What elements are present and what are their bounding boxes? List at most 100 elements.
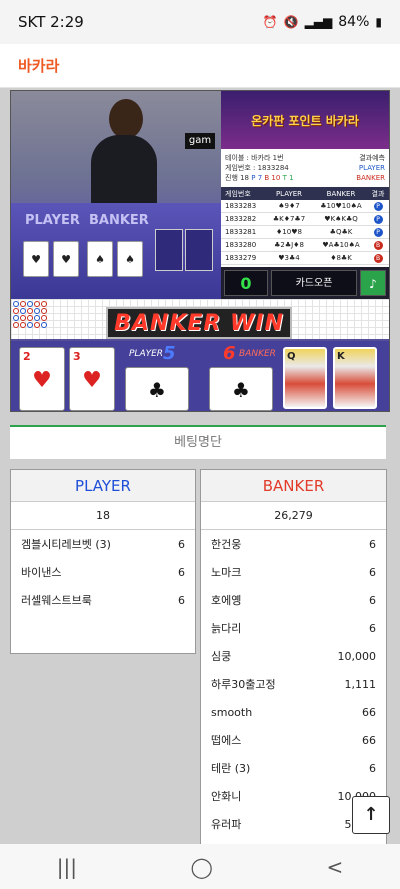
dealer-body <box>91 135 157 213</box>
recent-apps-button[interactable]: ||| <box>57 855 77 879</box>
home-button[interactable]: ◯ <box>191 855 213 879</box>
bettor-name: 늙다리 <box>211 622 242 635</box>
page-title: 바카라 <box>18 57 60 75</box>
history-row: 1833282 ♣K♦7♣7 ♥K♠K♣Q P <box>221 213 389 226</box>
progress-player: P 7 <box>251 174 263 182</box>
bet-amount: 1,111 <box>344 677 377 691</box>
table-label: 테이블 : 바카라 1번 <box>225 154 284 162</box>
logo-text: 온카판 포인트 바카라 <box>251 113 359 128</box>
card-open-button[interactable]: 카드오픈 <box>271 270 357 296</box>
back-button[interactable]: < <box>326 855 343 879</box>
history-round: 1833283 <box>225 202 257 210</box>
list-item: 떱에스 66 <box>201 726 386 754</box>
history-round: 1833281 <box>225 228 257 236</box>
scroll-top-button[interactable]: ↑ <box>352 796 390 834</box>
result-badge: P <box>373 214 383 224</box>
app-bar: 바카라 <box>0 44 400 88</box>
history-round: 1833279 <box>225 254 257 262</box>
result-player-label: PLAYER <box>129 349 164 359</box>
game-area: gam PLAYER BANKER ♥ ♥ ♠ ♠ 온카판 포인트 바카라 테이… <box>10 90 390 412</box>
banker-card-2: K <box>333 347 377 409</box>
history-player-cards: ♣K♦7♣7 <box>272 215 306 223</box>
card-suit: ♥ <box>32 368 52 393</box>
signal-icon: ▂▄▆ <box>304 15 333 29</box>
bet-amount: 66 <box>362 733 376 747</box>
predict-player[interactable]: PLAYER <box>359 164 385 172</box>
history-row: 1833283 ♠9♦7 ♣10♥10♠A P <box>221 200 389 213</box>
bettor-name: 유러파 <box>211 818 242 831</box>
list-item: smooth 66 <box>201 698 386 726</box>
bet-amount: 6 <box>369 593 376 607</box>
history-banker-cards: ♣Q♣K <box>329 228 353 236</box>
bettor-name: 테란 (3) <box>211 762 251 775</box>
bettor-name: 러셀웨스트브룩 <box>21 594 92 607</box>
video-card: ♠ <box>117 241 143 277</box>
bet-amount: 66 <box>362 705 376 719</box>
history-header: 게임번호 PLAYER BANKER 결과 <box>221 187 389 200</box>
card-slot <box>185 229 213 271</box>
result-badge: B <box>373 253 383 263</box>
list-item: 늙다리 6 <box>201 614 386 642</box>
video-card: ♥ <box>53 241 79 277</box>
bet-amount: 6 <box>178 537 185 551</box>
card-value: Q <box>287 351 296 362</box>
banker-total: 26,279 <box>201 502 386 530</box>
progress-banker: B 10 <box>264 174 281 182</box>
video-card: ♠ <box>87 241 113 277</box>
predict-banker[interactable]: BANKER <box>356 174 385 182</box>
history-row: 1833279 ♥3♣4 ♦8♣K B <box>221 252 389 265</box>
list-item: 바이낸스 6 <box>11 558 195 586</box>
banker-column-header: BANKER <box>201 470 386 502</box>
player-column-header: PLAYER <box>11 470 195 502</box>
result-banker-label: BANKER <box>239 349 276 359</box>
card-value: K <box>337 351 345 362</box>
battery-icon: ▮ <box>375 15 382 29</box>
bet-amount: 10,000 <box>337 649 377 663</box>
bettor-name: 바이낸스 <box>21 566 62 579</box>
result-badge: P <box>373 201 383 211</box>
list-item: 호에옝 6 <box>201 586 386 614</box>
result-badge: B <box>373 240 383 250</box>
round-label: 게임번호 : 1833284 <box>225 164 289 172</box>
history-row: 1833281 ♦10♥8 ♣Q♣K P <box>221 226 389 239</box>
bettor-name: 떱에스 <box>211 734 242 747</box>
list-item: 하루30출고정 1,111 <box>201 670 386 698</box>
video-player-label: PLAYER <box>25 213 80 228</box>
list-item: 겜블시티레브벳 (3) 6 <box>11 530 195 558</box>
player-card-2: 3 ♥ <box>69 347 115 411</box>
history-header-result: 결과 <box>371 189 385 198</box>
history-player-cards: ♣2♣J♦8 <box>274 241 304 249</box>
bettor-name: 노마크 <box>211 566 242 579</box>
progress-label: 진행 18 <box>225 174 250 182</box>
sound-icon[interactable]: ♪ <box>360 270 386 296</box>
bettor-name: 겜블시티레브벳 (3) <box>21 538 111 551</box>
tab-bet-list[interactable]: 베팅명단 <box>10 425 386 459</box>
mute-icon: 🔇 <box>283 15 299 29</box>
dealer-head <box>109 99 143 139</box>
history-row: 1833280 ♣2♣J♦8 ♥A♣10♠A B <box>221 239 389 252</box>
history-header-player: PLAYER <box>275 189 303 198</box>
bettor-name: 심쿵 <box>211 650 232 663</box>
history-banker-cards: ♥K♠K♣Q <box>324 215 358 223</box>
win-banner: BANKER WIN <box>106 307 292 339</box>
history-round: 1833282 <box>225 215 257 223</box>
result-cards: 2 ♥ 3 ♥ PLAYER 5 ♣ 6 BANKER ♣ Q K <box>11 341 389 411</box>
history-banker-cards: ♣10♥10♠A <box>320 202 362 210</box>
road-dots <box>13 301 47 328</box>
alarm-icon: ⏰ <box>262 15 278 29</box>
bettor-name: 하루30출고정 <box>211 678 276 691</box>
card-slot <box>155 229 183 271</box>
bet-amount: 6 <box>178 565 185 579</box>
banker-third-card: ♣ <box>209 367 273 411</box>
win-text: BANKER WIN <box>114 310 284 336</box>
status-time: SKT 2:29 <box>18 13 84 31</box>
history-header-round: 게임번호 <box>225 189 251 198</box>
bet-amount: 6 <box>369 761 376 775</box>
result-player-score: 5 <box>163 343 176 364</box>
history-banker-cards: ♥A♣10♠A <box>322 241 360 249</box>
bettor-name: 안화니 <box>211 790 242 803</box>
game-controls: 0 카드오픈 ♪ <box>221 267 389 299</box>
bettor-name: smooth <box>211 705 253 719</box>
video-watermark: gam <box>185 133 215 149</box>
player-bet-list: PLAYER 18 겜블시티레브벳 (3) 6 바이낸스 6 러셀웨스트브룩 6 <box>10 469 196 654</box>
